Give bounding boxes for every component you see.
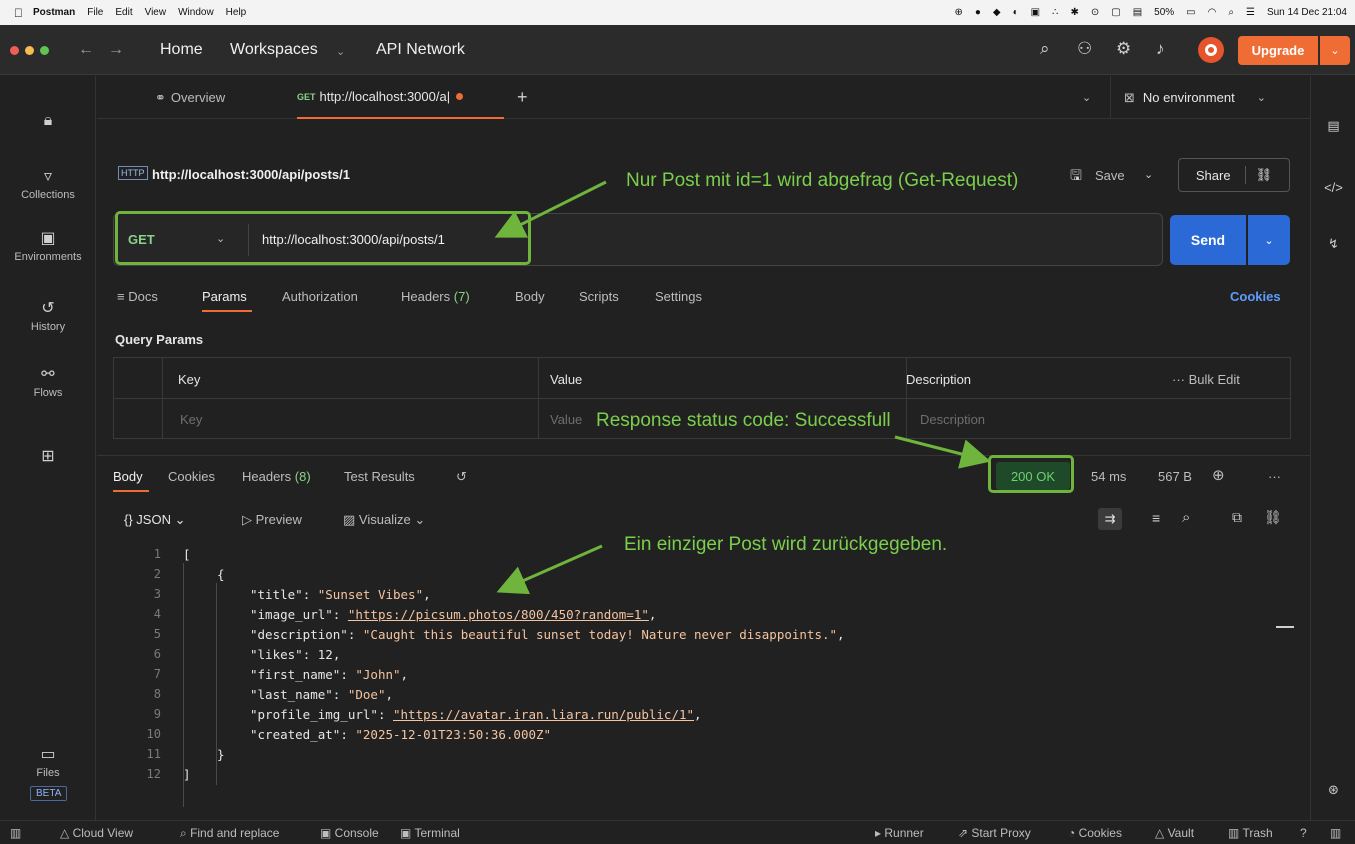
layout-toggle-icon[interactable]: ▥ bbox=[1330, 826, 1341, 840]
label: Find and replace bbox=[190, 826, 280, 840]
label: Trash bbox=[1242, 826, 1273, 840]
label: Console bbox=[334, 826, 379, 840]
runner-icon: ▸ bbox=[875, 826, 885, 840]
find-replace-button[interactable]: ⌕ Find and replace bbox=[180, 826, 279, 841]
annotation-arrows bbox=[494, 180, 991, 595]
arrow bbox=[496, 544, 603, 595]
terminal-button[interactable]: ▣ Terminal bbox=[400, 826, 460, 840]
label: Cookies bbox=[1078, 826, 1122, 840]
status-bar: ▥ △ Cloud View ⌕ Find and replace ▣ Cons… bbox=[0, 820, 1355, 844]
arrow bbox=[894, 435, 991, 469]
cookies-button[interactable]: ◔ Cookies bbox=[1068, 826, 1122, 840]
cookie-icon: ◔ bbox=[1068, 826, 1079, 840]
console-button[interactable]: ▣ Console bbox=[320, 826, 379, 840]
label: Runner bbox=[884, 826, 924, 840]
search-icon: ⌕ bbox=[180, 826, 191, 840]
trash-button[interactable]: ▥ Trash bbox=[1228, 826, 1273, 840]
runner-button[interactable]: ▸ Runner bbox=[875, 826, 924, 840]
label: Cloud View bbox=[72, 826, 134, 840]
cloud-view-button[interactable]: △ Cloud View bbox=[60, 826, 133, 840]
trash-icon: ▥ bbox=[1228, 826, 1243, 840]
label: Vault bbox=[1167, 826, 1195, 840]
label: Terminal bbox=[414, 826, 460, 840]
help-icon[interactable]: ? bbox=[1300, 826, 1307, 840]
vault-icon: △ bbox=[1155, 826, 1168, 840]
terminal-icon: ▣ bbox=[400, 826, 415, 840]
label: Start Proxy bbox=[971, 826, 1031, 840]
console-icon: ▣ bbox=[320, 826, 335, 840]
start-proxy-button[interactable]: ⇗ Start Proxy bbox=[958, 826, 1031, 840]
arrow bbox=[494, 180, 607, 238]
sidebar-toggle-icon[interactable]: ▥ bbox=[10, 826, 21, 840]
cloud-icon: △ bbox=[60, 826, 73, 840]
vault-button[interactable]: △ Vault bbox=[1155, 826, 1194, 840]
proxy-icon: ⇗ bbox=[958, 826, 972, 840]
